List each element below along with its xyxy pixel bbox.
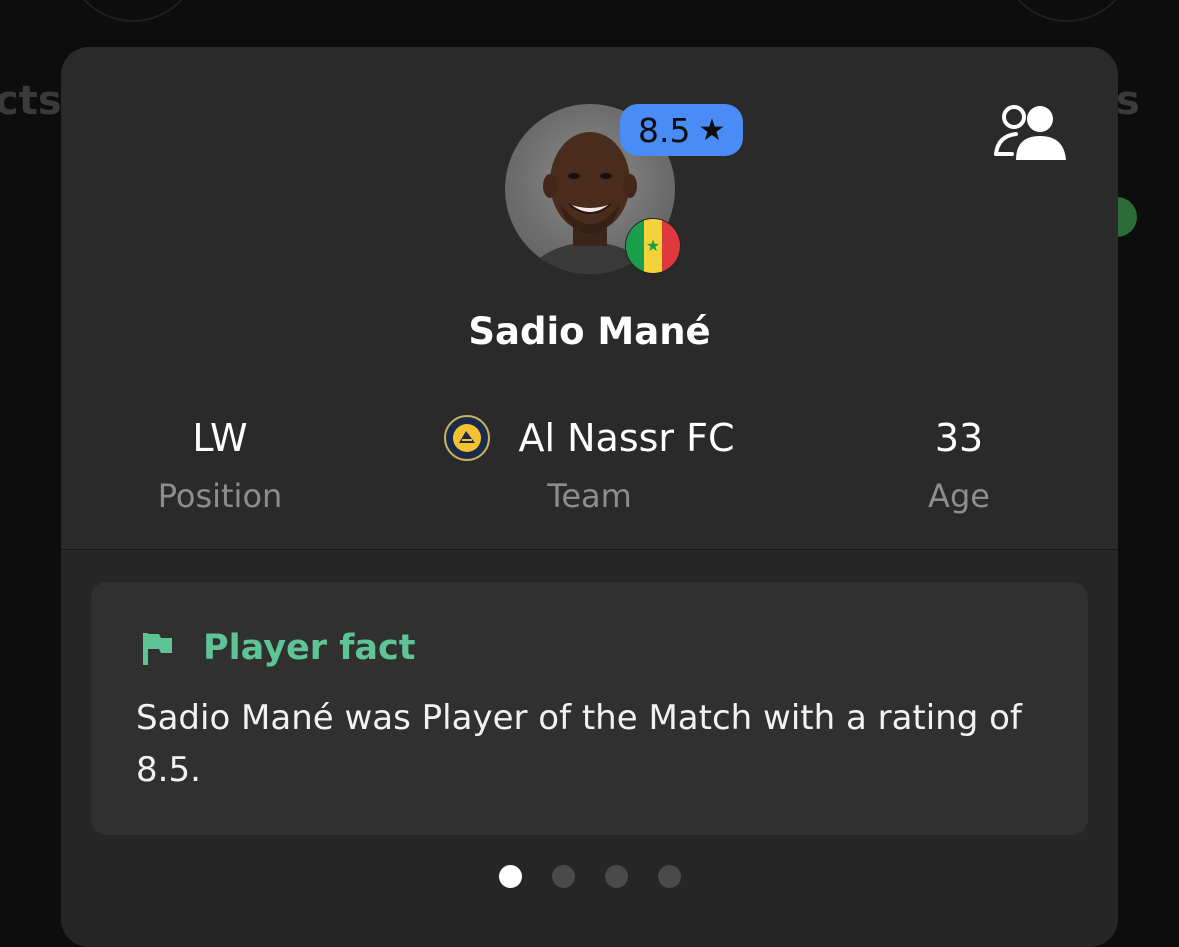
player-name: Sadio Mané bbox=[468, 310, 711, 353]
stat-team-value: Al Nassr FC bbox=[518, 416, 735, 460]
flag-icon bbox=[143, 633, 172, 665]
background-circle-left bbox=[66, 0, 200, 22]
player-card: ★ 8.5 ★ Sadio Mané LW Position Al Nassr … bbox=[61, 47, 1118, 947]
club-logo-icon bbox=[444, 415, 491, 461]
player-fact-title: Player fact bbox=[203, 628, 416, 668]
stat-team[interactable]: Al Nassr FC Team bbox=[422, 413, 757, 515]
stat-age-value: 33 bbox=[934, 416, 984, 460]
stat-age: 33 Age bbox=[829, 413, 1089, 515]
player-fact-card: Player fact Sadio Mané was Player of the… bbox=[91, 582, 1088, 835]
player-fact-text: Sadio Mané was Player of the Match with … bbox=[136, 698, 1022, 790]
background-label-left: cts bbox=[0, 78, 62, 124]
player-card-header: ★ 8.5 ★ Sadio Mané LW Position Al Nassr … bbox=[61, 47, 1118, 549]
stat-position: LW Position bbox=[90, 413, 350, 515]
rating-value: 8.5 bbox=[638, 110, 691, 150]
stat-position-value: LW bbox=[192, 416, 248, 460]
compare-players-icon[interactable] bbox=[994, 102, 1068, 162]
background-circle-right bbox=[1000, 0, 1134, 22]
star-icon: ★ bbox=[698, 112, 726, 148]
stat-age-label: Age bbox=[928, 477, 990, 515]
background-label-right: s bbox=[1116, 78, 1140, 124]
divider bbox=[61, 549, 1118, 550]
senegal-flag-icon: ★ bbox=[625, 218, 681, 274]
stat-position-label: Position bbox=[157, 477, 283, 515]
stat-team-label: Team bbox=[547, 477, 632, 515]
rating-badge: 8.5 ★ bbox=[620, 104, 744, 156]
